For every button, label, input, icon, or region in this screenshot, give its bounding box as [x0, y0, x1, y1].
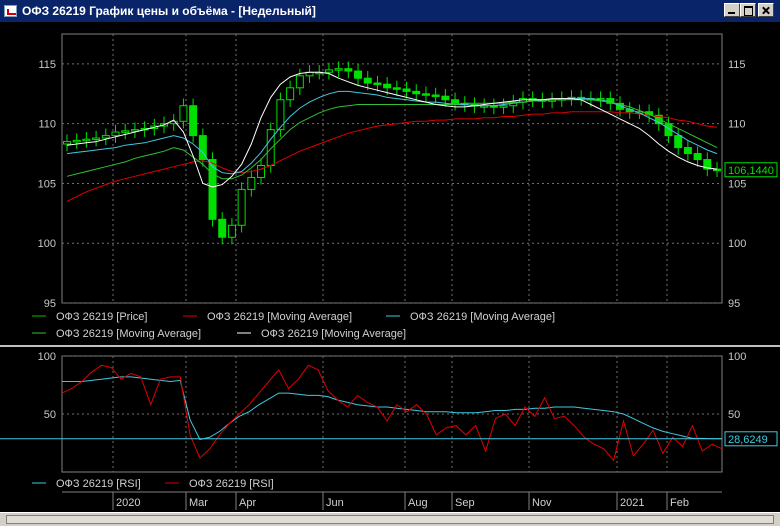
horizontal-scrollbar[interactable]: [0, 512, 780, 526]
rsi-tick-right: 100: [728, 351, 746, 363]
candle-body: [101, 135, 110, 139]
chart-canvas: 115 115 110 110 105 105 100 100 95 95 100 100 50 50 10…: [0, 22, 780, 512]
price-tick-left: 115: [38, 59, 56, 71]
price-tick-left: 110: [38, 119, 56, 131]
scrollbar-track[interactable]: [6, 515, 774, 524]
price-tick-right: 105: [728, 178, 746, 190]
candle-body: [295, 75, 304, 89]
rsi-tick-left: 100: [38, 351, 56, 363]
candle-body: [179, 105, 188, 122]
chart-app-icon: [4, 5, 17, 17]
rsi-tick-left: 50: [44, 409, 56, 421]
chart-window: ОФЗ 26219 График цены и объёма - [Недель…: [0, 0, 780, 526]
candle-body: [499, 105, 508, 108]
candle-body: [392, 87, 401, 90]
candle-body: [286, 87, 295, 101]
date-label: Feb: [670, 497, 689, 509]
candle-body: [412, 90, 421, 95]
date-label: 2021: [620, 497, 644, 509]
date-label: 2020: [116, 497, 140, 509]
candle-body: [257, 165, 266, 178]
candle-body: [421, 93, 430, 96]
candle-body: [693, 153, 702, 161]
maximize-button[interactable]: [740, 3, 756, 17]
candle-body: [82, 138, 91, 142]
date-label: Nov: [532, 497, 552, 509]
candle-body: [683, 147, 692, 155]
close-button[interactable]: [758, 3, 774, 17]
legend-label: ОФЗ 26219 [RSI]: [56, 478, 141, 490]
candle-body: [363, 77, 372, 84]
rsi-tick-right: 50: [728, 409, 740, 421]
candle-body: [713, 168, 721, 172]
title-bar[interactable]: ОФЗ 26219 График цены и объёма - [Недель…: [0, 0, 780, 22]
price-tick-right: 115: [728, 59, 746, 71]
candle-body: [237, 188, 246, 226]
candle-body: [334, 68, 343, 71]
legend-label: ОФЗ 26219 [Moving Average]: [207, 311, 352, 323]
candle-body: [674, 135, 683, 149]
legend-label: ОФЗ 26219 [Moving Average]: [56, 328, 201, 340]
candle-body: [189, 105, 198, 137]
date-label: Sep: [455, 497, 475, 509]
candle-body: [92, 137, 101, 141]
minimize-button[interactable]: [724, 3, 740, 17]
candle-body: [373, 82, 382, 86]
legend-label: ОФЗ 26219 [Moving Average]: [410, 311, 555, 323]
candle-body: [63, 141, 71, 145]
candle-body: [451, 99, 460, 104]
date-label: Aug: [408, 497, 428, 509]
rsi-last-value: 28,6249: [728, 434, 768, 446]
candle-body: [247, 176, 256, 190]
price-tick-right: 95: [728, 298, 740, 310]
legend-label: ОФЗ 26219 [RSI]: [189, 478, 274, 490]
candle-body: [218, 218, 227, 238]
price-last-value: 106,1440: [728, 165, 774, 177]
legend-label: ОФЗ 26219 [Moving Average]: [261, 328, 406, 340]
price-tick-left: 95: [44, 298, 56, 310]
candle-body: [431, 94, 440, 97]
candle-body: [383, 83, 392, 89]
candle-body: [324, 69, 333, 73]
legend-label: ОФЗ 26219 [Price]: [56, 311, 147, 323]
price-tick-right: 110: [728, 119, 746, 131]
candle-body: [344, 68, 353, 72]
date-label: Jun: [326, 497, 344, 509]
candle-body: [402, 88, 411, 92]
price-tick-left: 105: [38, 178, 56, 190]
candle-body: [354, 70, 363, 79]
candle-body: [441, 95, 450, 101]
window-title: ОФЗ 26219 График цены и объёма - [Недель…: [22, 4, 316, 18]
candle-body: [121, 130, 130, 133]
candle-body: [227, 224, 236, 238]
price-tick-left: 100: [38, 238, 56, 250]
candle-body: [266, 129, 275, 167]
date-label: Mar: [189, 497, 208, 509]
candle-body: [72, 139, 81, 143]
date-label: Apr: [239, 497, 256, 509]
price-tick-right: 100: [728, 238, 746, 250]
candle-body: [111, 131, 120, 137]
